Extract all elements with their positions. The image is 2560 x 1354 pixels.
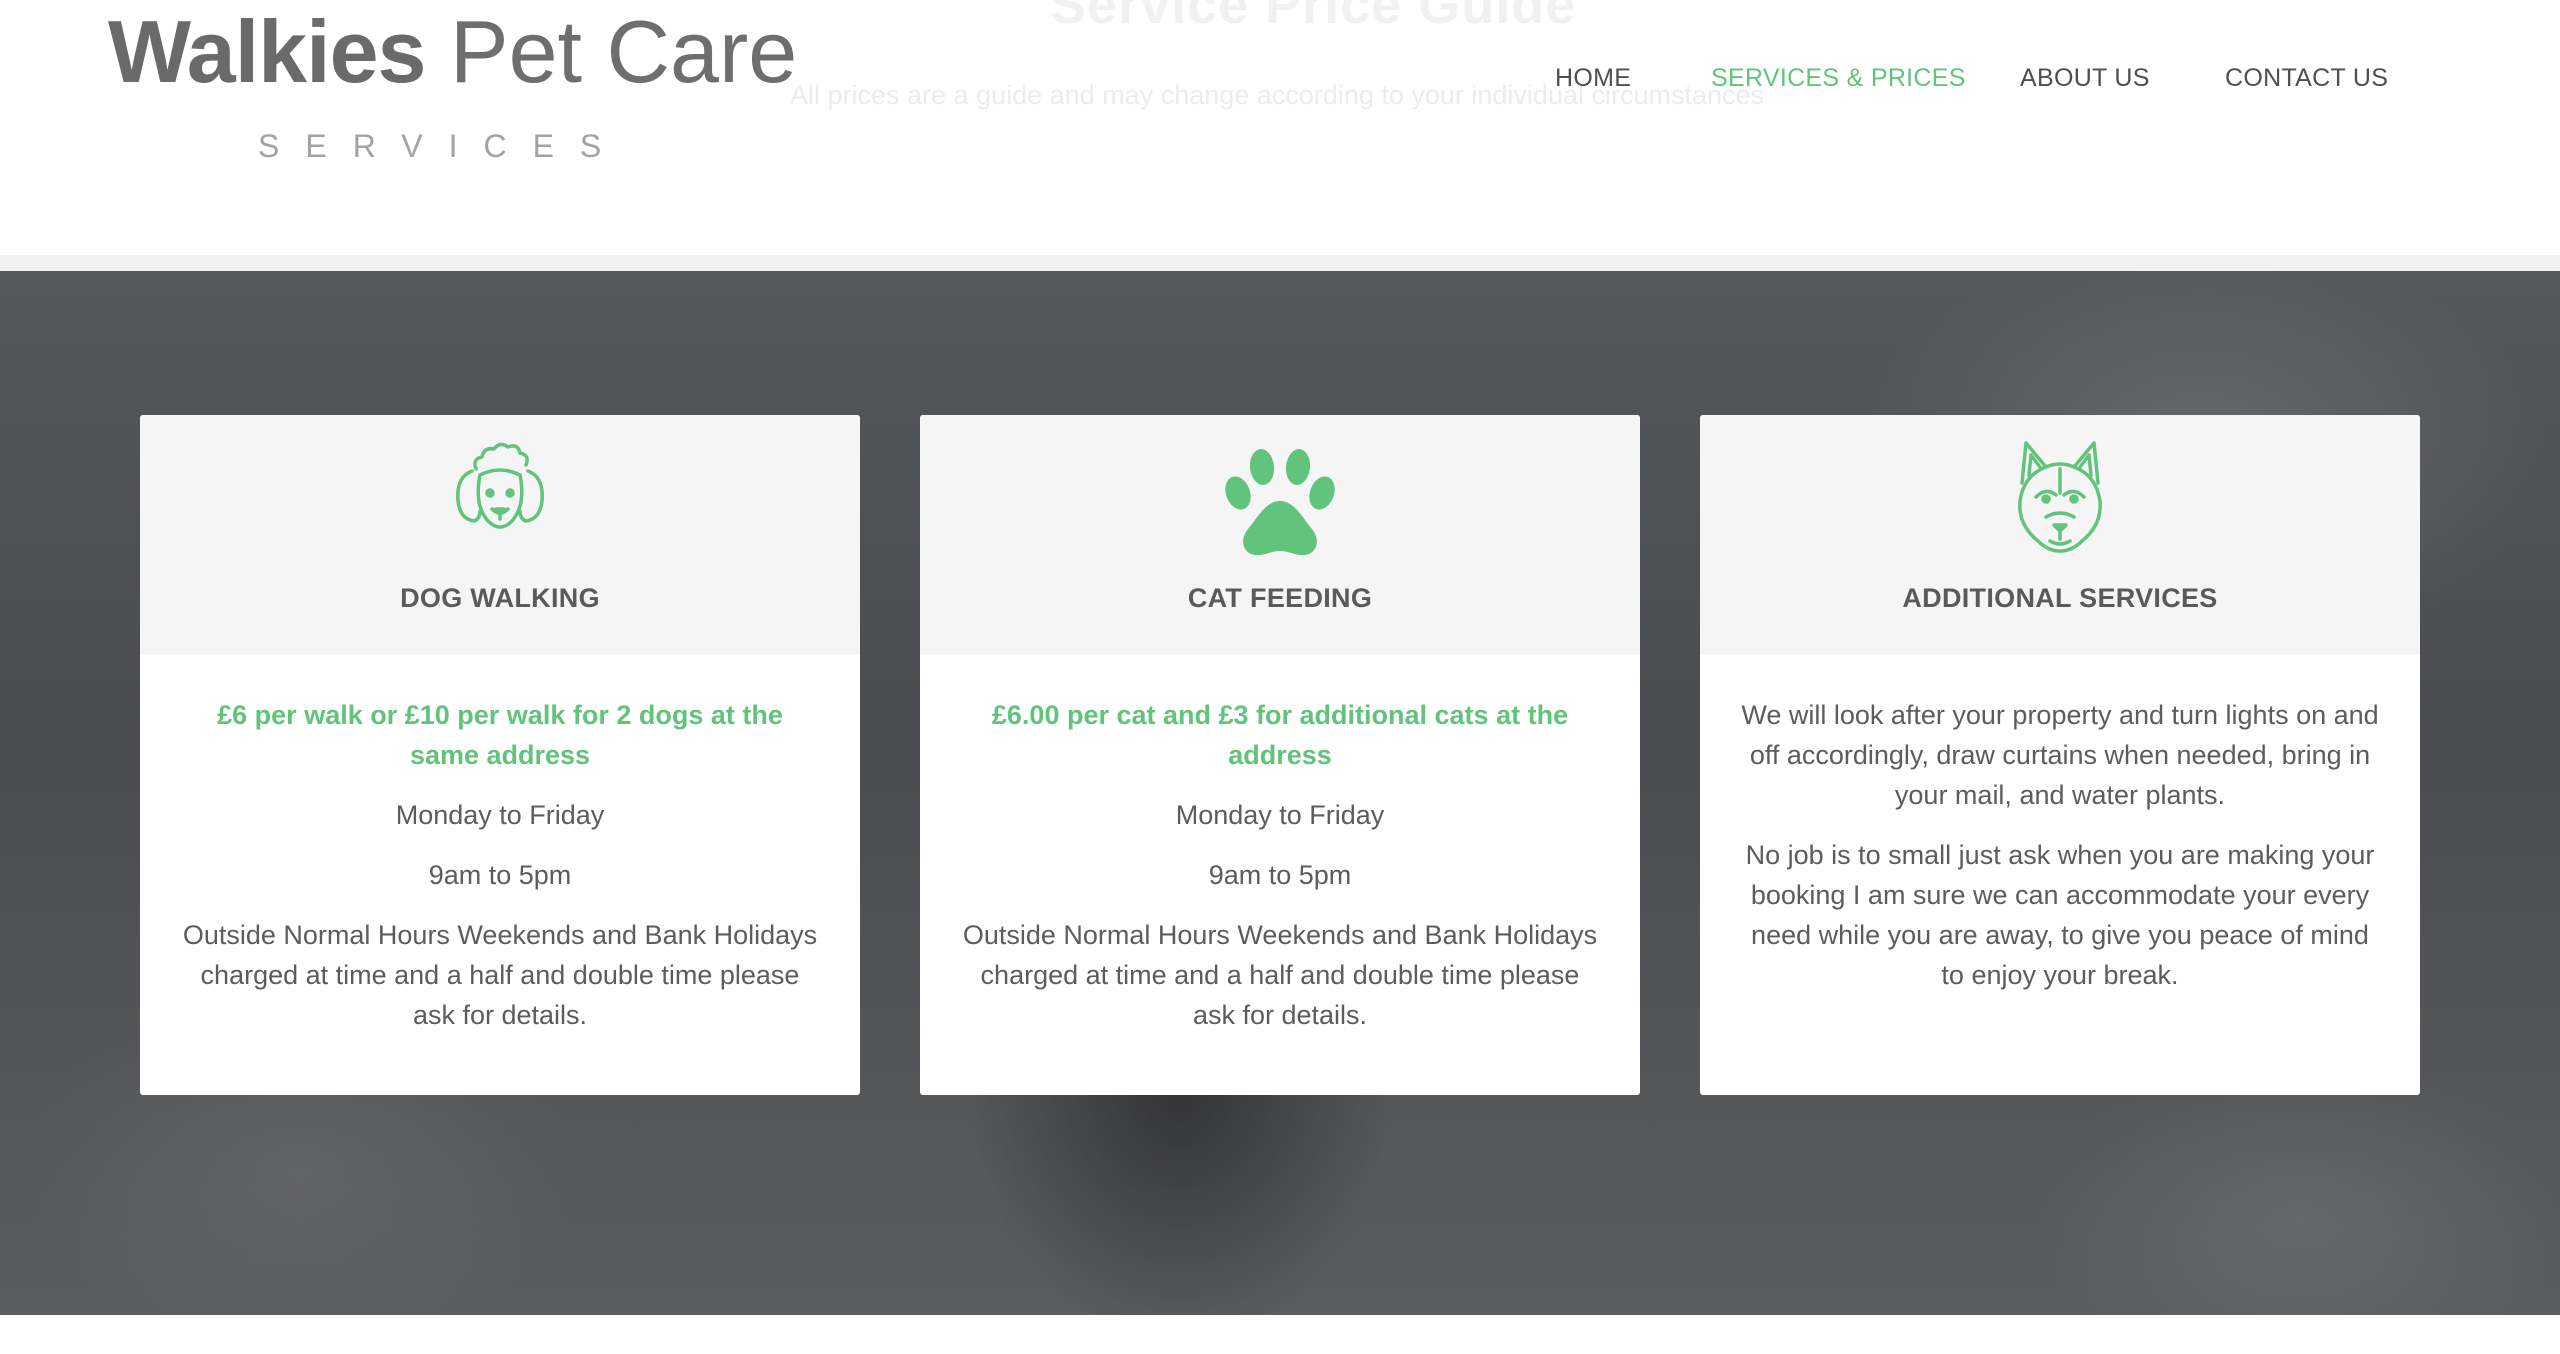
price-text: £6.00 per cat and £3 for additional cats… [991,700,1569,770]
card-header: DOG WALKING [140,415,860,655]
service-card-additional-services: ADDITIONAL SERVICES We will look after y… [1700,415,2420,1095]
page-heading-faded: Service Price Guide [1050,0,1577,35]
card-body: £6 per walk or £10 per walk for 2 dogs a… [180,695,820,1055]
nav-about-us[interactable]: ABOUT US [2020,64,2150,93]
note-text: Outside Normal Hours Weekends and Bank H… [962,920,1598,1030]
description-text: We will look after your property and tur… [1741,700,2379,810]
card-body: We will look after your property and tur… [1740,695,2380,1015]
paw-icon [1225,449,1335,556]
card-title: DOG WALKING [400,583,600,613]
note-text: Outside Normal Hours Weekends and Bank H… [182,920,818,1030]
card-title: ADDITIONAL SERVICES [1902,583,2218,613]
nav-home[interactable]: HOME [1555,64,1631,93]
card-body: £6.00 per cat and £3 for additional cats… [960,695,1600,1055]
service-card-dog-walking: DOG WALKING £6 per walk or £10 per walk … [140,415,860,1095]
card-header: ADDITIONAL SERVICES [1700,415,2420,655]
days-text: Monday to Friday [1175,800,1385,830]
site-header: Service Price Guide All prices are a gui… [0,0,2560,271]
description-text: No job is to small just ask when you are… [1745,840,2375,990]
footer-strip [0,1315,2560,1354]
days-text: Monday to Friday [395,800,605,830]
poodle-icon [456,442,544,529]
brand-subtitle: SERVICES [258,128,628,164]
nav-contact-us[interactable]: CONTACT US [2225,64,2388,93]
service-card-cat-feeding: CAT FEEDING £6.00 per cat and £3 for add… [920,415,1640,1095]
husky-icon [2018,441,2102,553]
hours-text: 9am to 5pm [1208,860,1352,890]
nav-services-prices[interactable]: SERVICES & PRICES [1711,64,1966,93]
card-header: CAT FEEDING [920,415,1640,655]
card-title: CAT FEEDING [1187,583,1373,613]
price-text: £6 per walk or £10 per walk for 2 dogs a… [217,700,783,770]
main-nav: HOME SERVICES & PRICES ABOUT US CONTACT … [0,64,2560,104]
hours-text: 9am to 5pm [428,860,572,890]
